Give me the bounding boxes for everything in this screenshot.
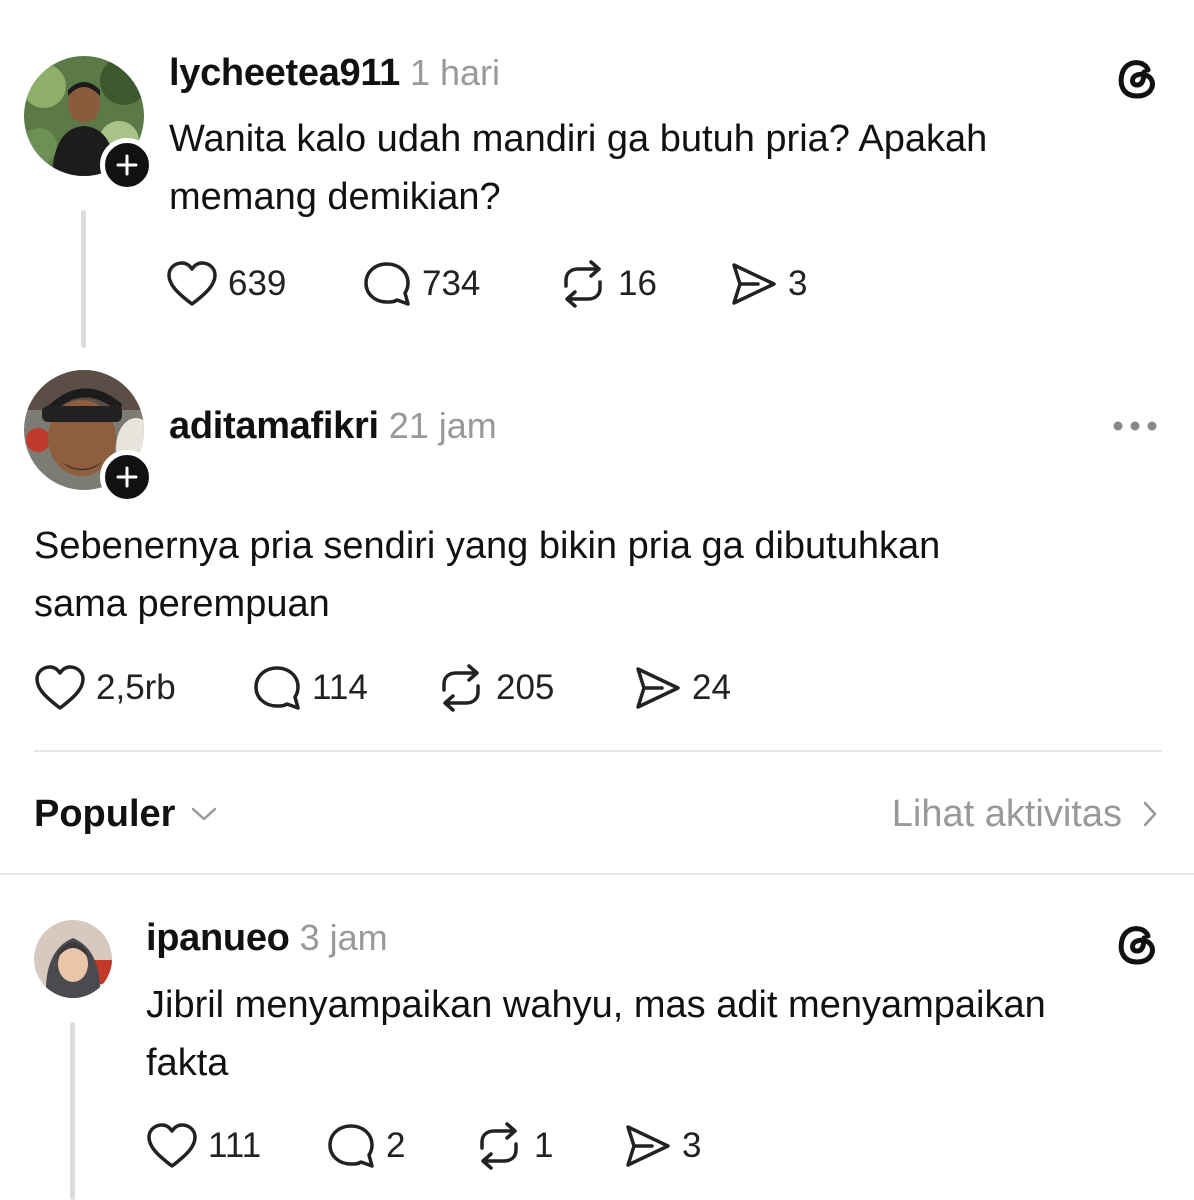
repost-count: 16 bbox=[618, 264, 657, 303]
heart-icon bbox=[167, 261, 217, 306]
follow-plus-icon[interactable] bbox=[100, 138, 154, 192]
like-count: 111 bbox=[208, 1126, 262, 1165]
post-text: Wanita kalo udah mandiri ga butuh pria? … bbox=[169, 110, 1129, 226]
chevron-right-icon bbox=[1143, 801, 1157, 827]
username[interactable]: lycheetea911 bbox=[169, 52, 400, 95]
sort-dropdown[interactable]: Populer bbox=[34, 790, 219, 838]
repost-icon bbox=[480, 1122, 518, 1170]
speech-bubble-icon bbox=[328, 1124, 374, 1168]
reply-count: 2 bbox=[386, 1126, 406, 1165]
post-text: Sebenernya pria sendiri yang bikin pria … bbox=[34, 517, 1134, 633]
timestamp: 21 jam bbox=[388, 405, 497, 446]
repost-button[interactable]: 16 bbox=[558, 260, 728, 308]
like-count: 2,5rb bbox=[96, 668, 176, 707]
chevron-down-icon bbox=[192, 807, 217, 821]
thread-line bbox=[70, 1022, 75, 1200]
share-count: 24 bbox=[692, 668, 731, 707]
avatar[interactable] bbox=[34, 920, 112, 998]
post-text-line: Sebenernya pria sendiri yang bikin pria … bbox=[34, 525, 941, 567]
reply-text-line: Jibril menyampaikan wahyu, mas adit meny… bbox=[146, 984, 1046, 1026]
reply-header: ipanueo 3 jam bbox=[146, 917, 388, 961]
divider bbox=[34, 750, 1162, 752]
share-button[interactable]: 3 bbox=[728, 260, 807, 308]
repost-icon bbox=[442, 664, 480, 712]
send-icon bbox=[636, 667, 680, 709]
heart-icon bbox=[147, 1123, 197, 1168]
view-activity-link[interactable]: Lihat aktivitas bbox=[892, 790, 1160, 838]
post-text-line: memang demikian? bbox=[169, 176, 501, 218]
repost-button[interactable]: 205 bbox=[436, 664, 632, 712]
divider bbox=[0, 873, 1194, 875]
username[interactable]: aditamafikri bbox=[169, 405, 379, 448]
post-text-line: Wanita kalo udah mandiri ga butuh pria? … bbox=[169, 118, 988, 160]
share-button[interactable]: 24 bbox=[632, 664, 731, 712]
reply-text: Jibril menyampaikan wahyu, mas adit meny… bbox=[146, 976, 1176, 1092]
like-button[interactable]: 639 bbox=[166, 260, 362, 308]
post-actions: 639 734 16 3 bbox=[166, 258, 807, 310]
post-text-line: sama perempuan bbox=[34, 583, 330, 625]
repost-button[interactable]: 1 bbox=[474, 1122, 622, 1170]
like-button[interactable]: 111 bbox=[146, 1122, 326, 1170]
like-button[interactable]: 2,5rb bbox=[34, 664, 252, 712]
reply-count: 114 bbox=[312, 668, 368, 707]
share-count: 3 bbox=[788, 264, 808, 303]
share-count: 3 bbox=[682, 1126, 702, 1165]
reply-button[interactable]: 734 bbox=[362, 260, 558, 308]
reply-text-line: fakta bbox=[146, 1042, 229, 1084]
post-actions: 2,5rb 114 205 24 bbox=[34, 662, 731, 714]
follow-plus-icon[interactable] bbox=[100, 450, 154, 504]
heart-icon bbox=[35, 665, 85, 710]
share-button[interactable]: 3 bbox=[622, 1122, 701, 1170]
view-activity-label: Lihat aktivitas bbox=[891, 792, 1122, 835]
speech-bubble-icon bbox=[254, 666, 300, 710]
repost-count: 1 bbox=[534, 1126, 554, 1165]
threads-logo-icon bbox=[1118, 60, 1155, 99]
reply-button[interactable]: 2 bbox=[326, 1122, 474, 1170]
reply-actions: 111 2 1 3 bbox=[146, 1120, 701, 1172]
reply-count: 734 bbox=[422, 264, 481, 303]
send-icon bbox=[732, 263, 776, 305]
post-header: aditamafikri 21 jam bbox=[169, 405, 497, 449]
timestamp: 1 hari bbox=[409, 52, 500, 93]
more-dots-icon[interactable] bbox=[1110, 418, 1160, 434]
username[interactable]: ipanueo bbox=[146, 917, 290, 960]
reply-button[interactable]: 114 bbox=[252, 664, 436, 712]
send-icon bbox=[626, 1125, 670, 1167]
threads-logo-icon bbox=[1118, 926, 1155, 965]
thread-line bbox=[81, 210, 86, 348]
repost-count: 205 bbox=[496, 668, 555, 707]
like-count: 639 bbox=[228, 264, 287, 303]
speech-bubble-icon bbox=[364, 262, 410, 306]
sort-label: Populer bbox=[34, 792, 176, 835]
timestamp: 3 jam bbox=[299, 917, 388, 958]
post-header: lycheetea911 1 hari bbox=[169, 52, 500, 96]
repost-icon bbox=[564, 260, 602, 308]
